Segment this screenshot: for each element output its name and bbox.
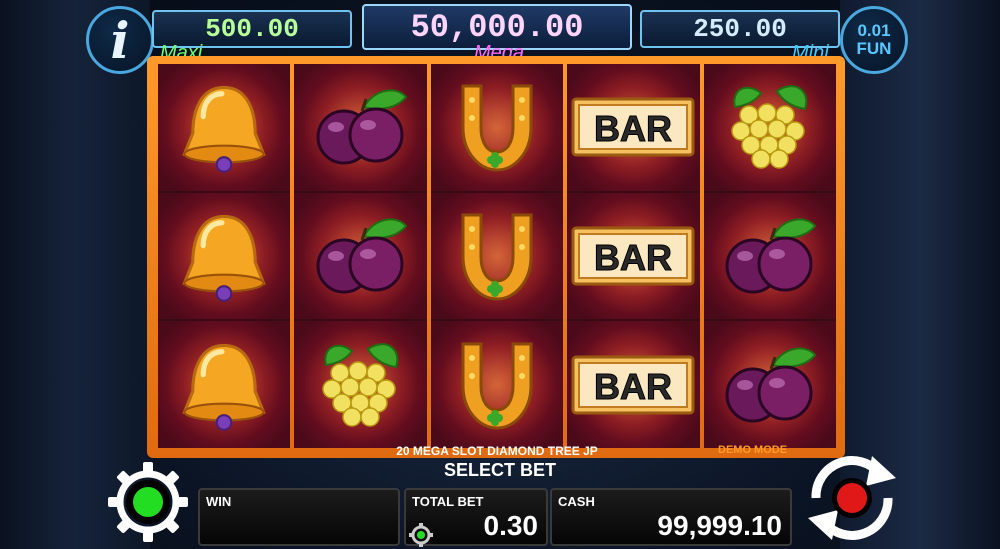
currency-mode: FUN — [856, 39, 892, 58]
symbol-plum — [703, 192, 837, 320]
symbol-plum — [294, 64, 427, 191]
symbol-plum — [703, 321, 837, 449]
bell-icon — [182, 214, 267, 302]
currency-button[interactable]: 0.01 FUN — [840, 6, 908, 74]
symbol-grapes — [294, 321, 427, 449]
jackpot-maxi-value: 500.00 — [205, 14, 299, 44]
symbol-bar: BAR — [567, 64, 700, 191]
bar-icon: BAR — [571, 355, 695, 415]
bar-icon: BAR — [571, 97, 695, 157]
win-label: WIN — [206, 494, 232, 509]
total-bet-value: 0.30 — [483, 510, 539, 541]
horseshoe-icon — [461, 84, 533, 172]
horseshoe-icon — [461, 342, 533, 430]
settings-gear-button[interactable] — [104, 458, 192, 546]
total-bet-label: TOTAL BET — [412, 494, 484, 509]
grapes-icon — [321, 342, 398, 427]
horseshoe-icon — [461, 213, 533, 301]
grapes-icon — [731, 85, 808, 170]
reel-4: BAR BAR BAR — [567, 64, 700, 449]
bar-text: BAR — [594, 366, 672, 407]
game-title: 20 MEGA SLOT DIAMOND TREE JP — [396, 444, 598, 458]
info-icon: i — [110, 10, 130, 70]
bar-text: BAR — [594, 237, 672, 278]
cash-value: 99,999.10 — [657, 510, 782, 541]
symbol-bar: BAR — [567, 321, 700, 449]
bar-icon: BAR — [571, 226, 695, 286]
symbol-bell — [158, 192, 291, 320]
reel-1 — [158, 64, 291, 449]
plum-icon — [316, 218, 407, 294]
bell-icon — [182, 86, 267, 174]
demo-mode-label: DEMO MODE — [718, 444, 788, 456]
reels-grid: BAR BAR BAR — [158, 64, 837, 449]
reel-3 — [430, 64, 564, 449]
bar-text: BAR — [594, 108, 672, 149]
denomination-value: 0.01 — [857, 21, 891, 41]
cash-label: CASH — [558, 494, 595, 509]
jackpot-mega-value: 50,000.00 — [410, 8, 584, 46]
cash-panel: CASH 99,999.10 — [550, 488, 792, 546]
spin-button[interactable] — [796, 448, 908, 548]
symbol-grapes — [703, 64, 837, 191]
reel-2 — [294, 64, 427, 449]
jackpot-mini-value: 250.00 — [693, 14, 787, 44]
symbol-plum — [294, 192, 427, 320]
win-panel: WIN — [198, 488, 400, 546]
symbol-horseshoe — [430, 192, 564, 320]
spin-light-red — [837, 483, 867, 513]
plum-icon — [725, 347, 817, 423]
symbol-horseshoe — [430, 64, 564, 191]
bell-icon — [182, 343, 267, 431]
plum-icon — [725, 218, 817, 294]
info-button[interactable]: i — [86, 6, 154, 74]
plum-icon — [316, 89, 407, 165]
symbol-bar: BAR — [567, 192, 700, 320]
symbol-bell — [158, 64, 291, 191]
status-light-green — [133, 487, 163, 517]
select-bet-button[interactable]: SELECT BET — [420, 460, 580, 481]
symbol-bell — [158, 321, 291, 449]
reel-5 — [703, 64, 837, 449]
bet-settings-icon[interactable] — [408, 522, 434, 548]
symbol-horseshoe — [430, 321, 564, 449]
